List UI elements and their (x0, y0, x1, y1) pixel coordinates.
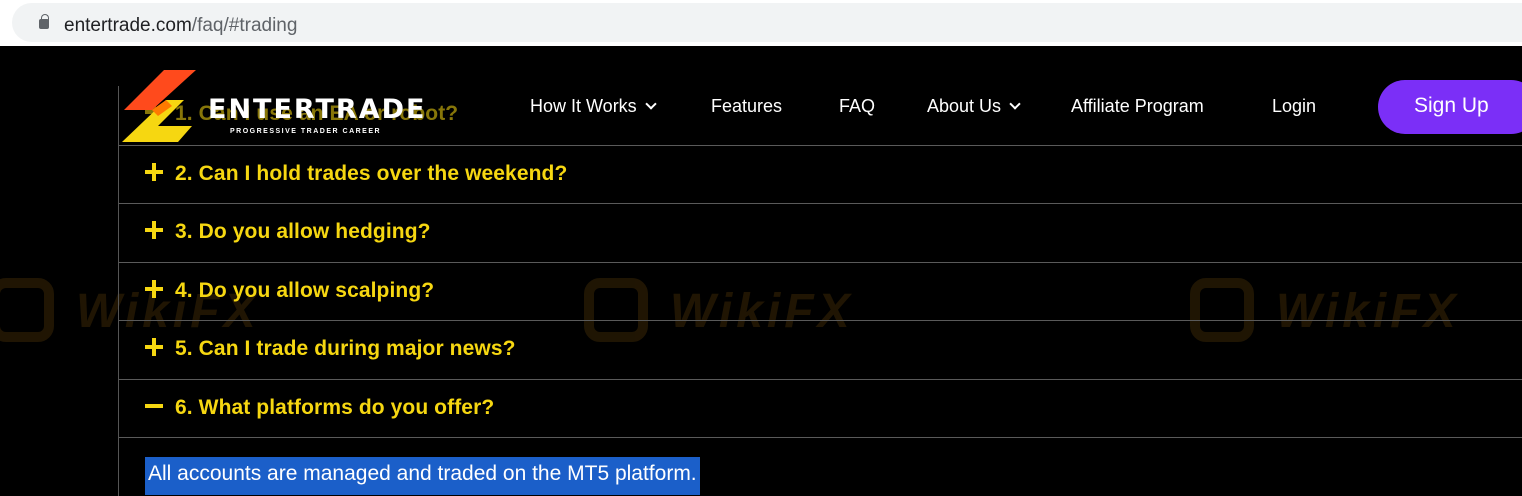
url-domain: entertrade.com (64, 15, 192, 36)
lock-icon (39, 14, 49, 29)
faq-question: 2. Can I hold trades over the weekend? (175, 162, 568, 185)
page-content: WikiFX WikiFX WikiFX 1. Can I use an EA … (0, 46, 1522, 496)
brand-name: ENTERTRADE (208, 94, 427, 125)
faq-item-2[interactable]: 2. Can I hold trades over the weekend? (119, 145, 1522, 204)
nav-label: Affiliate Program (1071, 96, 1204, 116)
chevron-down-icon (645, 98, 657, 110)
faq-question: 3. Do you allow hedging? (175, 220, 431, 243)
plus-icon (145, 221, 163, 239)
signup-button[interactable]: Sign Up (1378, 80, 1522, 134)
nav-how-it-works[interactable]: How It Works (530, 96, 657, 117)
faq-question: 4. Do you allow scalping? (175, 279, 435, 302)
url-text[interactable]: entertrade.com/faq/#trading (64, 15, 297, 37)
faq-item-3[interactable]: 3. Do you allow hedging? (119, 203, 1522, 262)
plus-icon (145, 280, 163, 298)
nav-label: How It Works (530, 96, 637, 116)
nav-about-us[interactable]: About Us (927, 96, 1021, 117)
brand-tagline: PROGRESSIVE TRADER CAREER (230, 128, 382, 135)
nav-features[interactable]: Features (711, 96, 782, 117)
plus-icon (145, 338, 163, 356)
url-path: /faq/#trading (191, 15, 298, 36)
nav-affiliate-program[interactable]: Affiliate Program (1071, 96, 1204, 117)
faq-question: 5. Can I trade during major news? (175, 337, 516, 360)
nav-label: About Us (927, 96, 1002, 116)
watermark-badge-icon (0, 278, 54, 342)
plus-icon (145, 163, 163, 181)
faq-accordion: 1. Can I use an EA or robot? 2. Can I ho… (118, 86, 1522, 496)
nav-label: FAQ (839, 96, 876, 116)
faq-answer-text: All accounts are managed and traded on t… (145, 457, 700, 495)
faq-item-4[interactable]: 4. Do you allow scalping? (119, 262, 1522, 321)
nav-login[interactable]: Login (1272, 96, 1316, 117)
logo-mark-icon (122, 70, 196, 142)
entertrade-logo[interactable]: ENTERTRADE PROGRESSIVE TRADER CAREER (122, 70, 424, 146)
nav-label: Features (711, 96, 783, 116)
url-field[interactable]: entertrade.com/faq/#trading (12, 3, 1522, 42)
chevron-down-icon (1009, 98, 1021, 110)
faq-item-6[interactable]: 6. What platforms do you offer? (119, 379, 1522, 438)
nav-label: Login (1272, 96, 1317, 116)
faq-question: 6. What platforms do you offer? (175, 396, 495, 419)
faq-item-5[interactable]: 5. Can I trade during major news? (119, 320, 1522, 379)
nav-faq[interactable]: FAQ (839, 96, 875, 117)
minus-icon (145, 397, 163, 415)
browser-address-bar: entertrade.com/faq/#trading (0, 0, 1522, 46)
